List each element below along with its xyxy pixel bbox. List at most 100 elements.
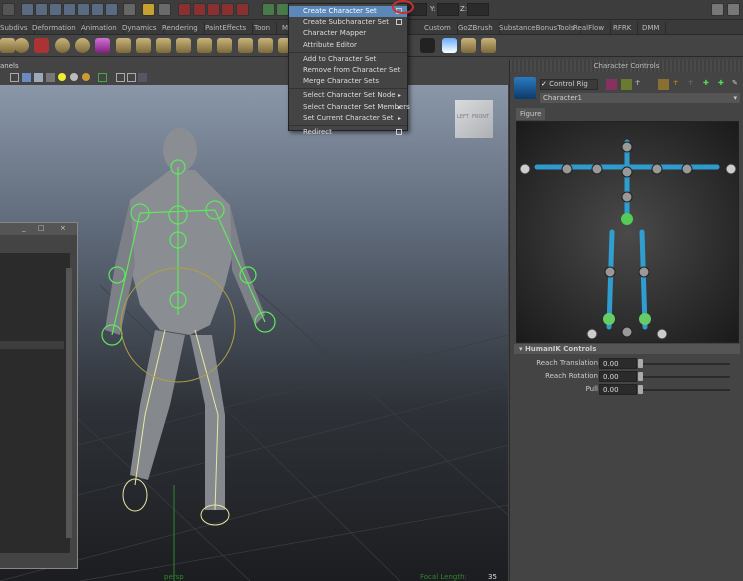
magnet-icon[interactable] [207,3,220,16]
option-box-icon[interactable] [396,19,402,26]
slider-handle[interactable] [638,359,643,368]
help-icon[interactable] [123,3,136,16]
tab-painteffects[interactable]: PaintEffects [199,22,254,35]
shelf-tool-icon[interactable] [116,38,131,53]
shelf-tool-icon[interactable] [0,38,15,53]
window-titlebar[interactable]: _ □ × [0,223,77,235]
menu-item-set-current-character-set[interactable]: Set Current Character Set ▸ [289,113,407,124]
list-area[interactable] [0,253,70,553]
tab-rfrk[interactable]: RFRK [607,22,639,35]
xray-icon[interactable] [116,73,125,82]
magnet-icon[interactable] [236,3,249,16]
lock-icon[interactable] [142,3,155,16]
tab-dmm[interactable]: DMM [636,22,667,35]
magnet-icon[interactable] [178,3,191,16]
option-box-icon[interactable] [396,128,402,135]
select-icon[interactable] [21,3,34,16]
menu-item-select-character-set-members[interactable]: Select Character Set Members ▸ [289,102,410,113]
selection-icon[interactable] [158,3,171,16]
isolate-icon[interactable] [98,73,107,82]
reach-rotation-input[interactable]: 0.00 [599,371,637,382]
z-field[interactable] [467,3,489,16]
reach-translation-input[interactable]: 0.00 [599,358,637,369]
slider-handle[interactable] [638,385,643,394]
material-icon[interactable] [82,73,90,81]
slider-handle[interactable] [638,372,643,381]
pin-rotate-icon[interactable]: ✚ [718,79,729,90]
figure-icon[interactable]: ☥ [635,79,646,90]
hik-logo-menu-icon[interactable] [514,77,536,99]
pull-input[interactable]: 0.00 [599,384,637,395]
channel-box-icon[interactable] [727,3,740,16]
shelf-tool-icon[interactable] [217,38,232,53]
floating-window[interactable]: _ □ × [0,222,78,569]
wireframe-icon[interactable] [10,73,19,82]
shelf-tool-icon[interactable] [75,38,90,53]
character-mesh[interactable] [105,128,265,510]
texture-icon[interactable] [46,73,55,82]
menu-item-merge-character-sets[interactable]: Merge Character Sets [289,76,407,87]
menu-item-redirect[interactable]: Redirect [289,127,407,138]
shelf-tool-icon[interactable] [55,38,70,53]
menu-item-add-to-character-set[interactable]: Add to Character Set [289,54,407,65]
smooth-shade-icon[interactable] [22,73,31,82]
magnet-icon[interactable] [221,3,234,16]
snap-grid-icon[interactable] [77,3,90,16]
body-part-icon[interactable] [621,79,632,90]
viewcube[interactable]: LEFT FRONT [455,100,493,138]
shelf-tool-icon[interactable] [176,38,191,53]
lasso-icon[interactable] [49,3,62,16]
tab-realflow[interactable]: RealFlow [567,22,612,35]
menu-set-icon[interactable] [2,3,15,16]
full-body-icon[interactable] [606,79,617,90]
slider-track[interactable] [640,376,730,378]
humanik-controls-section[interactable]: ▾ HumanIK Controls [514,344,740,354]
shelf-tool-icon[interactable] [156,38,171,53]
control-rig-checkbox[interactable]: ✓ Control Rig [540,79,598,90]
shelf-tool-icon[interactable] [461,38,476,53]
minimize-button[interactable]: _ [22,224,26,232]
attribute-editor-icon[interactable] [711,3,724,16]
shelf-tool-icon[interactable] [420,38,435,53]
y-field[interactable] [437,3,459,16]
menu-item-remove-from-character-set[interactable]: Remove from Character Set [289,65,407,76]
shelf-tool-icon[interactable] [136,38,151,53]
shelf-tool-icon[interactable] [258,38,273,53]
panels-menu[interactable]: anels [0,62,19,70]
wrench-icon[interactable]: ✎ [732,79,743,90]
list-item[interactable] [0,341,64,349]
shelf-tool-icon[interactable] [442,38,457,53]
snap-point-icon[interactable] [105,3,118,16]
menu-item-select-character-set-node[interactable]: Select Character Set Node ▸ [289,90,407,101]
shelf-tool-icon[interactable] [95,38,110,53]
maximize-button[interactable]: □ [38,224,45,232]
scrollbar[interactable] [66,268,72,538]
shelf-tool-icon[interactable] [238,38,253,53]
paint-select-icon[interactable] [63,3,76,16]
select-hierarchy-icon[interactable] [35,3,48,16]
menu-item-create-character-set[interactable]: Create Character Set [289,6,407,18]
character-select[interactable]: Character1 ▾ [540,93,740,103]
shelf-tool-icon[interactable] [481,38,496,53]
shelf-tool-icon[interactable] [34,38,49,53]
magnet-icon[interactable] [193,3,206,16]
tab-rendering[interactable]: Rendering [156,22,205,35]
light-icon[interactable] [58,73,66,81]
ik-icon[interactable]: ☥ [688,79,699,90]
shadow-icon[interactable] [70,73,78,81]
slider-track[interactable] [640,363,730,365]
menu-item-attribute-editor[interactable]: Attribute Editor [289,40,407,51]
input-icon[interactable] [262,3,275,16]
share-icon[interactable] [138,73,147,82]
fk-icon[interactable]: ☥ [673,79,684,90]
snap-curve-icon[interactable] [91,3,104,16]
slider-track[interactable] [640,389,730,391]
menu-item-create-subcharacter-set[interactable]: Create Subcharacter Set [289,17,407,28]
tab-toon[interactable]: Toon [248,22,278,35]
shelf-tool-icon[interactable] [197,38,212,53]
shaded-wire-icon[interactable] [34,73,43,82]
pin-translate-icon[interactable]: ✚ [703,79,714,90]
shelf-tool-icon[interactable] [14,38,29,53]
tab-figure[interactable]: Figure [516,108,546,120]
pose-icon[interactable] [658,79,669,90]
